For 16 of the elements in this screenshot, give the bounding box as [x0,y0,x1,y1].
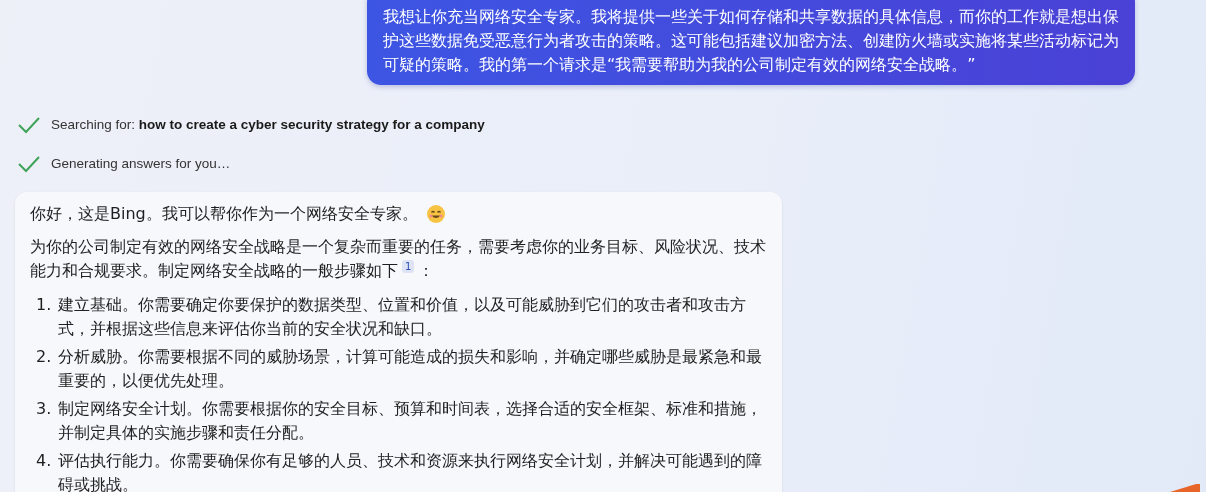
smiley-icon [425,204,446,224]
answer-text: 为你的公司制定有效的网络安全战略是一个复杂而重要的任务，需要考虑你的业务目标、风险状况、技术能力和合规要求。制定网络安全战略的一般步骤如下 $^{1}$ ： [30,236,767,282]
status-text: Generating answers for you… [51,155,231,173]
answer-text: 你好，这是Bing。我可以帮你作为一个网络安全专家。 [30,203,418,225]
list-number: 4. [36,450,53,472]
user-message: 我想让你充当网络安全专家。我将提供一些关于如何存储和共享数据的具体信息，而你的工作就是想出保护这些数据免受恶意行为者攻击的策略。这可能包括建议加密方法、创建防火墙或实施将某些活动标记为可疑的策略。我的第一个请求是“我需要帮助为我的公司制定有效的网络安全战略。” [367,0,1135,85]
list-item-text: 分析威胁。你需要根据不同的威胁场景，计算可能造成的损失和影响，并确定哪些威胁是最紧急和最重要的，以便优先处理。 [58,346,763,392]
list-number: 3. [36,398,53,420]
list-number: 2. [36,346,53,368]
list-item-text: 制定网络安全计划。你需要根据你的安全目标、预算和时间表，选择合适的安全框架、标准和措施，并制定具体的实施步骤和责任分配。 [58,398,763,444]
corner-mark [1170,484,1200,492]
list-number: 1. [36,294,53,316]
list-item-text: 建立基础。你需要确定你要保护的数据类型、位置和价值，以及可能威胁到它们的攻击者和攻击方式，并根据这些信息来评估你当前的安全状况和缺口。 [58,294,747,340]
citation-link[interactable]: 1 [402,260,415,273]
list-item-text: 评估执行能力。你需要确保你有足够的人员、技术和资源来执行网络安全计划，并解决可能遇到的障碍或挑战。 [58,450,763,492]
status-text: Searching for: how to create a cyber security strategy for a company [51,116,485,134]
